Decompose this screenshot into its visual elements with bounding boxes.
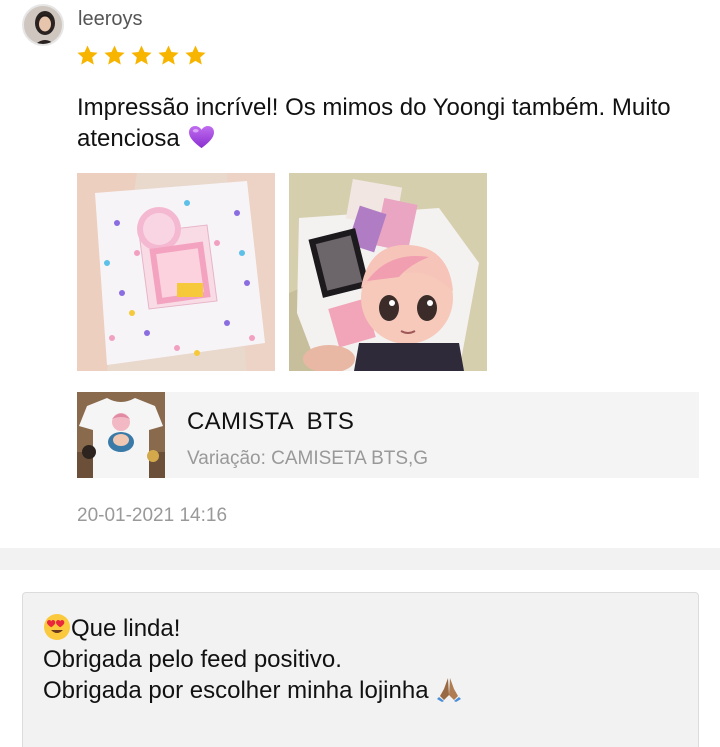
review-card: leeroys Impressão incrível! Os mimos do … <box>0 0 720 548</box>
review-text: Impressão incrível! Os mimos do Yoongi t… <box>77 92 707 154</box>
star-icon <box>185 45 206 65</box>
product-link[interactable]: CAMISTA BTS Variação: CAMISETA BTS,G <box>77 392 699 478</box>
star-icon <box>131 45 152 65</box>
reply-line-3: Obrigada por escolher minha lojinha <box>43 677 429 704</box>
star-rating <box>76 44 207 67</box>
seller-reply-text: Que linda! Obrigada pelo feed positivo. … <box>43 613 463 706</box>
review-photo[interactable] <box>77 173 275 371</box>
review-timestamp: 20-01-2021 14:16 <box>77 505 228 526</box>
star-icon <box>77 45 98 65</box>
purple-heart-icon <box>189 125 215 149</box>
product-thumbnail <box>77 392 165 478</box>
reply-line-2: Obrigada pelo feed positivo. <box>43 646 342 673</box>
review-photo[interactable] <box>289 173 487 371</box>
product-name: CAMISTA BTS <box>187 408 355 435</box>
reply-line-1: Que linda! <box>71 615 181 642</box>
user-avatar[interactable] <box>22 4 64 46</box>
star-icon <box>104 45 125 65</box>
review-text-body: Impressão incrível! Os mimos do Yoongi t… <box>77 94 671 152</box>
heart-eyes-emoji-icon <box>44 614 70 640</box>
star-icon <box>158 45 179 65</box>
product-variation: Variação: CAMISETA BTS,G <box>187 448 429 469</box>
section-divider <box>0 548 720 570</box>
username[interactable]: leeroys <box>78 8 142 31</box>
folded-hands-icon <box>437 678 462 702</box>
reply-line: Que linda! <box>43 613 463 644</box>
reply-line: Obrigada por escolher minha lojinha <box>43 675 463 706</box>
seller-reply: Que linda! Obrigada pelo feed positivo. … <box>22 592 699 747</box>
